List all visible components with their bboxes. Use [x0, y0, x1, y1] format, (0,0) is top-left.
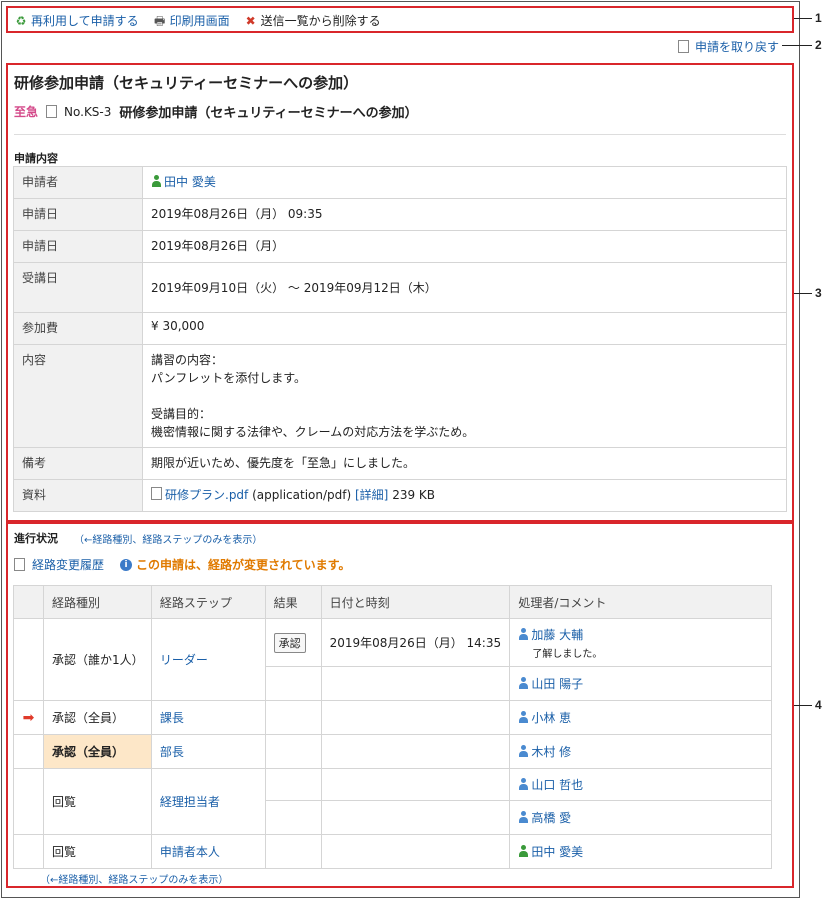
withdraw-icon: [677, 40, 689, 53]
callout-line-4: [794, 705, 812, 706]
callout-number-4: 4: [815, 698, 822, 712]
callout-line-3: [794, 293, 812, 294]
callout-number-1: 1: [815, 11, 822, 25]
callout-box-3: [6, 63, 794, 522]
callout-box-4: [6, 522, 794, 888]
withdraw-application-link[interactable]: 申請を取り戻す: [677, 38, 779, 55]
callout-line-2: [782, 45, 812, 46]
callout-number-3: 3: [815, 286, 822, 300]
callout-box-1: [6, 6, 794, 33]
callout-line-1: [794, 18, 812, 19]
callout-number-2: 2: [815, 38, 822, 52]
